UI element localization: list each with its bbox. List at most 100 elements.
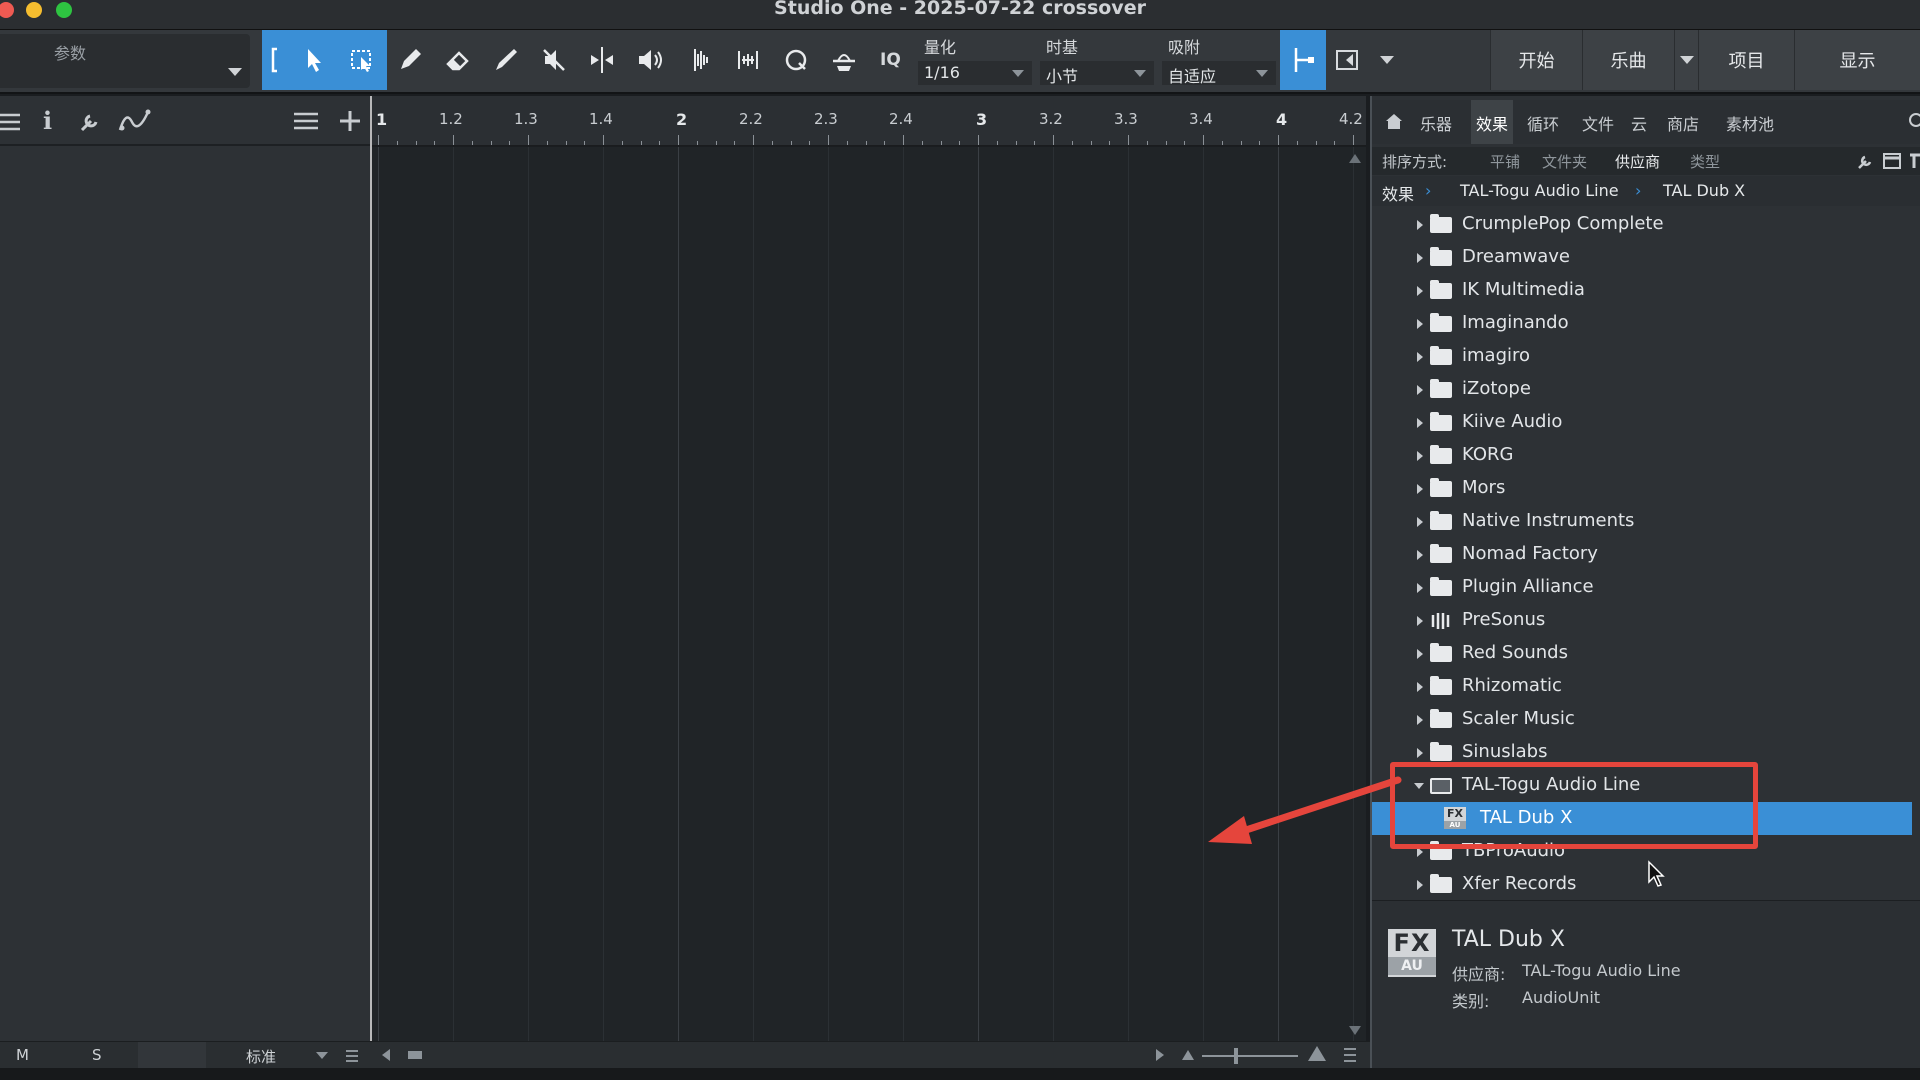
add-track-icon[interactable] (338, 109, 362, 133)
chevron-right-icon[interactable] (1417, 220, 1423, 230)
breadcrumb-plugin[interactable]: TAL Dub X (1663, 181, 1745, 200)
listen-tool-button[interactable] (632, 42, 668, 78)
sort-option-4[interactable]: 类型 (1690, 151, 1720, 172)
nav-project-button[interactable]: 项目 (1698, 30, 1794, 90)
chevron-right-icon[interactable] (1417, 649, 1423, 659)
vendor-folder-item[interactable]: Nomad Factory (1372, 538, 1912, 571)
vendor-folder-item[interactable]: Red Sounds (1372, 637, 1912, 670)
grip-icon[interactable] (1344, 1046, 1358, 1064)
zoom-out-icon[interactable] (1182, 1050, 1194, 1060)
tab-7[interactable]: 素材池 (1726, 111, 1774, 135)
breadcrumb-vendor[interactable]: TAL-Togu Audio Line (1460, 181, 1619, 200)
home-icon[interactable] (1384, 112, 1404, 130)
list-icon[interactable] (346, 1049, 360, 1063)
breadcrumb-effects[interactable]: 效果 (1382, 181, 1414, 205)
iq-button[interactable]: IQ (880, 50, 901, 70)
vendor-folder-item[interactable]: Native Instruments (1372, 505, 1912, 538)
scroll-right-icon[interactable] (1156, 1049, 1164, 1061)
layout-icon[interactable] (1910, 152, 1920, 170)
snap-dropdown[interactable]: 自适应 (1162, 61, 1276, 86)
chevron-right-icon[interactable] (1417, 880, 1423, 890)
mute-tool-button[interactable] (536, 42, 572, 78)
track-list-icon[interactable] (294, 110, 320, 132)
eraser-tool-button[interactable] (440, 42, 476, 78)
tab-6[interactable]: 商店 (1667, 111, 1699, 135)
vendor-folder-item[interactable]: Kiive Audio (1372, 406, 1912, 439)
chevron-right-icon[interactable] (1417, 286, 1423, 296)
zoom-slider[interactable] (1202, 1055, 1298, 1057)
timeline-ruler[interactable]: 1 1.2 1.3 1.4 2 2.2 2.3 2.4 3 3.2 3.3 3.4 4 4.2 (372, 96, 1366, 146)
panel-toggle-icon[interactable] (1336, 50, 1358, 70)
vendor-folder-item[interactable]: PreSonus (1372, 604, 1912, 637)
vendor-folder-item[interactable]: Rhizomatic (1372, 670, 1912, 703)
zoom-slider-thumb[interactable] (1234, 1048, 1238, 1064)
zoom-in-icon[interactable] (1308, 1046, 1326, 1061)
vendor-folder-item[interactable]: Dreamwave (1372, 241, 1912, 274)
automation-curve-icon[interactable] (118, 108, 154, 134)
quantize-q-icon[interactable] (778, 42, 814, 78)
tab-4[interactable]: 文件 (1582, 111, 1614, 135)
vendor-folder-item[interactable]: CrumplePop Complete (1372, 208, 1912, 241)
tab-5[interactable]: 云 (1631, 111, 1647, 135)
range-tool-button[interactable] (344, 42, 380, 78)
vendor-folder-item[interactable]: Xfer Records (1372, 868, 1912, 901)
paint-tool-button[interactable] (488, 42, 524, 78)
chevron-right-icon[interactable] (1417, 616, 1423, 626)
scroll-down-icon[interactable] (1349, 1026, 1361, 1035)
tab-1[interactable]: 乐器 (1420, 111, 1452, 135)
vendor-folder-item[interactable]: Mors (1372, 472, 1912, 505)
sort-option-3[interactable]: 供应商 (1615, 151, 1660, 172)
vendor-folder-item[interactable]: Imaginando (1372, 307, 1912, 340)
menu-icon[interactable] (0, 112, 22, 132)
view-mode-icon[interactable] (1882, 152, 1902, 170)
split-tool-button[interactable] (584, 42, 620, 78)
song-menu-button[interactable] (1674, 30, 1698, 90)
scroll-left-icon[interactable] (382, 1049, 390, 1061)
wrench-icon[interactable] (1856, 152, 1876, 170)
nav-song-button[interactable]: 乐曲 (1582, 30, 1674, 90)
vendor-folder-item[interactable]: IK Multimedia (1372, 274, 1912, 307)
tab-3[interactable]: 循环 (1527, 111, 1559, 135)
arrange-view[interactable] (372, 147, 1366, 1041)
scroll-up-icon[interactable] (1349, 154, 1361, 163)
chevron-right-icon[interactable] (1417, 319, 1423, 329)
chevron-right-icon[interactable] (1417, 451, 1423, 461)
vendor-folder-item[interactable]: Plugin Alliance (1372, 571, 1912, 604)
solo-button[interactable]: S (92, 1046, 102, 1064)
arrow-tool-button[interactable] (296, 42, 332, 78)
chevron-right-icon[interactable] (1417, 253, 1423, 263)
quantize-dropdown[interactable]: 1/16 (918, 61, 1032, 85)
sort-option-1[interactable]: 平铺 (1490, 151, 1520, 172)
nav-start-button[interactable]: 开始 (1490, 30, 1582, 90)
wrench-icon[interactable] (78, 110, 102, 134)
pencil-tool-button[interactable] (392, 42, 428, 78)
vendor-folder-item[interactable]: imagiro (1372, 340, 1912, 373)
chevron-right-icon[interactable] (1417, 748, 1423, 758)
chevron-right-icon[interactable] (1417, 715, 1423, 725)
timebase-dropdown[interactable]: 小节 (1040, 61, 1154, 86)
chevron-right-icon[interactable] (1417, 484, 1423, 494)
chevron-down-icon[interactable] (316, 1052, 328, 1059)
tab-2[interactable]: 效果 (1471, 100, 1514, 144)
range-bracket-icon[interactable] (262, 42, 298, 78)
chevron-right-icon[interactable] (1417, 682, 1423, 692)
metronome-icon[interactable] (826, 42, 862, 78)
sort-option-2[interactable]: 文件夹 (1542, 151, 1587, 172)
chevron-right-icon[interactable] (1417, 352, 1423, 362)
chevron-right-icon[interactable] (1417, 418, 1423, 428)
mute-button[interactable]: M (16, 1046, 29, 1064)
nav-show-button[interactable]: 显示 (1794, 30, 1920, 90)
parameter-selector[interactable]: 参数 (0, 34, 250, 88)
vendor-folder-item[interactable]: KORG (1372, 439, 1912, 472)
transient-tool-button[interactable] (730, 42, 766, 78)
snap-toggle-button[interactable] (1280, 30, 1326, 90)
view-mode-dropdown[interactable]: 标准 (246, 1046, 276, 1067)
info-icon[interactable]: i (43, 106, 52, 135)
vendor-folder-item[interactable]: iZotope (1372, 373, 1912, 406)
bend-tool-button[interactable] (684, 42, 720, 78)
chevron-right-icon[interactable] (1417, 517, 1423, 527)
chevron-right-icon[interactable] (1417, 583, 1423, 593)
chevron-down-icon[interactable] (1380, 56, 1394, 64)
horizontal-scroll-thumb[interactable] (408, 1051, 422, 1059)
chevron-right-icon[interactable] (1417, 550, 1423, 560)
